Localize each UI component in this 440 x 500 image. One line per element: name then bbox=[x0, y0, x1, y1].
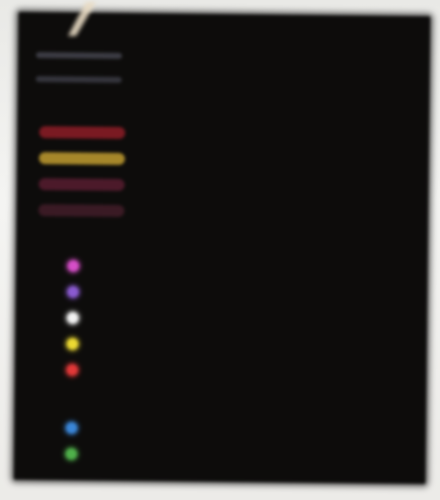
legend-dot-group2-3 bbox=[67, 312, 79, 324]
light-glare-icon bbox=[68, 2, 96, 36]
legend-dot-group3-1 bbox=[66, 422, 78, 434]
map-legend-panel bbox=[13, 11, 431, 485]
legend-swatch-group1-2 bbox=[38, 152, 125, 165]
legend-swatch-top-1 bbox=[35, 52, 123, 59]
legend-dot-group2-2 bbox=[67, 286, 79, 298]
legend-dot-group3-2 bbox=[65, 448, 77, 460]
legend-swatch-group1-3 bbox=[38, 178, 125, 191]
legend-swatch-group1-1 bbox=[39, 126, 126, 139]
legend-swatch-top-2 bbox=[35, 76, 122, 83]
legend-dot-group2-5 bbox=[66, 364, 78, 376]
legend-dot-group2-4 bbox=[66, 338, 79, 350]
photo-frame bbox=[0, 0, 440, 500]
legend-dot-group2-1 bbox=[67, 260, 79, 272]
legend-swatch-group1-4 bbox=[38, 204, 125, 217]
